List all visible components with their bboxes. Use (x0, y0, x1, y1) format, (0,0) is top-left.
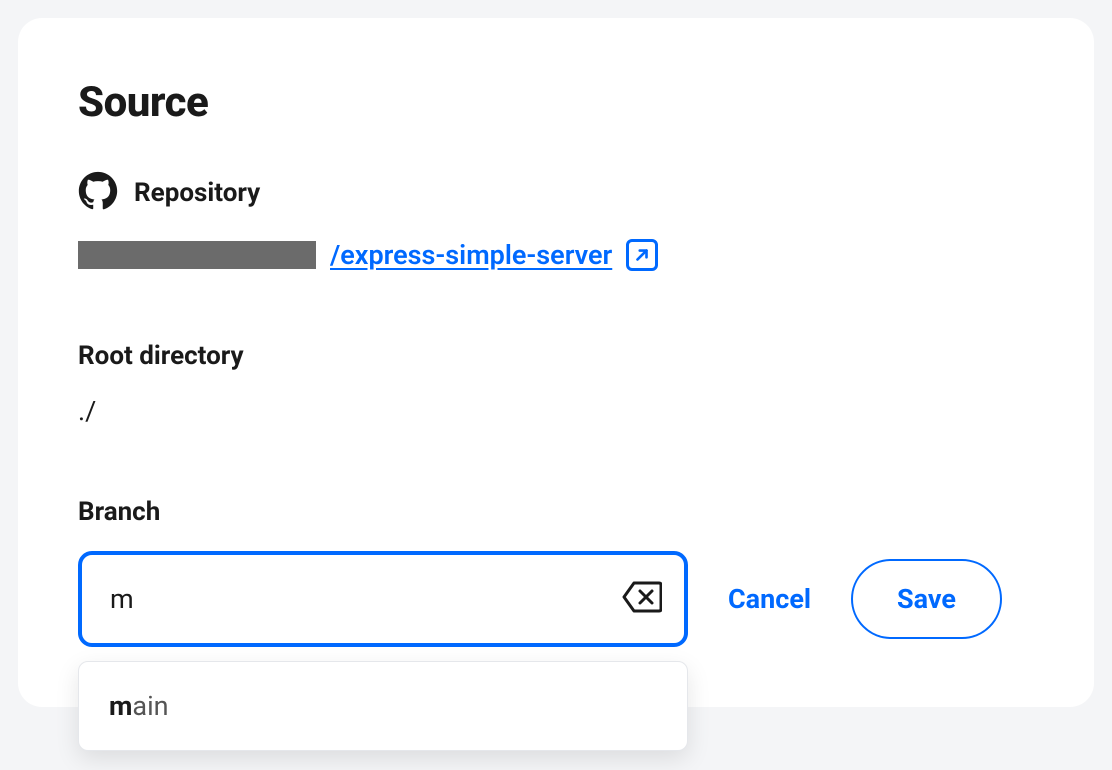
save-button[interactable]: Save (851, 559, 1002, 639)
branch-input-row: Cancel Save (78, 551, 1034, 647)
repository-link[interactable]: /express-simple-server (330, 239, 612, 271)
source-settings-card: Source Repository /express-simple-server… (18, 18, 1094, 707)
root-directory-value: ./ (78, 395, 1034, 427)
repository-owner-redacted (78, 241, 316, 269)
external-link-icon[interactable] (626, 239, 658, 271)
branch-suggestion-match: m (109, 690, 132, 722)
branch-input[interactable] (78, 551, 688, 647)
clear-input-icon[interactable] (622, 580, 662, 618)
section-title: Source (78, 78, 1034, 127)
branch-input-container (78, 551, 688, 647)
branch-suggestion-rest: ain (132, 690, 168, 722)
cancel-button[interactable]: Cancel (720, 571, 819, 627)
repository-label: Repository (134, 178, 260, 208)
github-icon (78, 171, 118, 215)
branch-label: Branch (78, 497, 1034, 527)
repository-link-row: /express-simple-server (78, 239, 1034, 271)
repository-label-row: Repository (78, 171, 1034, 215)
branch-suggestion-item[interactable]: main (79, 662, 687, 750)
root-directory-label: Root directory (78, 341, 1034, 371)
branch-suggestions-dropdown: main (78, 661, 688, 751)
